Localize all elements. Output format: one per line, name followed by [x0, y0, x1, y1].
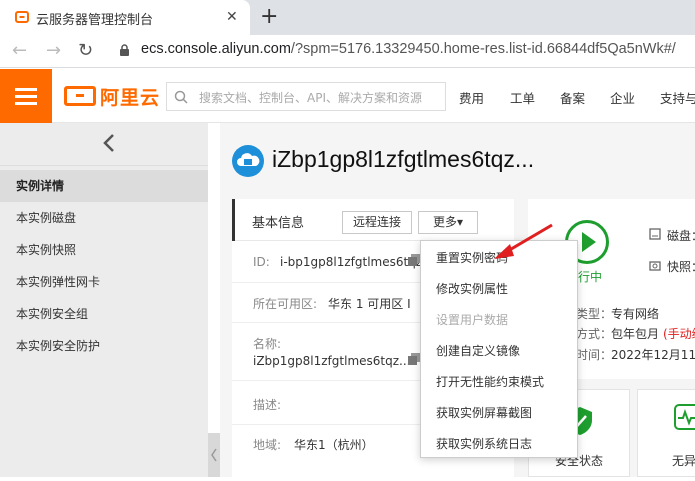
nav-icp[interactable]: 备案 — [560, 88, 585, 107]
description-label: 描述: — [253, 398, 282, 412]
browser-toolbar: ← → ↻ ecs.console.aliyun.com/?spm=5176.1… — [0, 35, 695, 68]
menu-bar-icon — [15, 102, 37, 105]
performance-card[interactable]: 无异 — [637, 389, 695, 477]
copy-icon[interactable] — [408, 254, 420, 266]
menu-item-set-user-data: 设置用户数据 — [436, 313, 509, 327]
panel-header: 基本信息 远程连接 更多▾ — [232, 199, 514, 241]
no-anomaly-label: 无异 — [672, 454, 695, 468]
panel-accent-bar — [232, 199, 235, 241]
chevron-left-icon[interactable] — [102, 133, 116, 153]
console-header: 阿里云 搜索文档、控制台、API、解决方案和资源 费用 工单 备案 企业 支持与 — [0, 69, 695, 123]
tab-close-icon[interactable]: ✕ — [226, 9, 238, 25]
sidebar-item-instance-detail[interactable]: 实例详情 — [0, 170, 208, 202]
zone-label: 所在可用区: — [253, 297, 318, 311]
billing-value: 包年包月 — [611, 327, 660, 341]
reload-icon[interactable]: ↻ — [78, 40, 93, 61]
nav-tickets[interactable]: 工单 — [510, 88, 535, 107]
logo-text: 阿里云 — [100, 86, 161, 109]
url-path: /?spm=5176.13329450.home-res.list-id.668… — [290, 41, 676, 57]
ecs-instance-icon — [232, 145, 264, 177]
url-host: ecs.console.aliyun.com — [141, 41, 291, 57]
sidebar: 实例详情 本实例磁盘 本实例快照 本实例弹性网卡 本实例安全组 本实例安全防护 — [0, 123, 208, 477]
snapshot-label: 快照： — [667, 260, 695, 274]
sidebar-item-security-protection[interactable]: 本实例安全防护 — [0, 330, 208, 362]
disk-icon — [649, 228, 661, 240]
snapshot-icon — [649, 261, 661, 271]
nav-billing[interactable]: 费用 — [459, 88, 484, 107]
instance-title: iZbp1gp8l1zfgtlmes6tqz... — [272, 146, 535, 172]
region-value: 华东1（杭州） — [294, 438, 374, 452]
copy-icon[interactable] — [408, 353, 420, 365]
create-time-value: 2022年12月11日 — [611, 348, 695, 362]
search-placeholder: 搜索文档、控制台、API、解决方案和资源 — [199, 91, 422, 105]
billing-note: (手动续 — [663, 327, 695, 341]
sidebar-item-disks[interactable]: 本实例磁盘 — [0, 202, 208, 234]
sidebar-item-security-group[interactable]: 本实例安全组 — [0, 298, 208, 330]
menu-item-unlimited-mode[interactable]: 打开无性能约束模式 — [421, 367, 577, 398]
nav-enterprise[interactable]: 企业 — [610, 88, 635, 107]
disk-label: 磁盘： — [667, 229, 695, 243]
tab-title: 云服务器管理控制台 — [36, 13, 154, 28]
sidebar-divider — [0, 165, 208, 166]
zone-value: 华东 1 可用区 I — [328, 297, 411, 311]
region-label: 地域: — [253, 438, 282, 452]
aliyun-logo[interactable]: 阿里云 — [64, 84, 161, 109]
sidebar-collapse-handle[interactable] — [208, 433, 220, 477]
create-time-label: 时间： — [576, 348, 613, 362]
sidebar-item-snapshots[interactable]: 本实例快照 — [0, 234, 208, 266]
menu-item-modify-attributes[interactable]: 修改实例属性 — [421, 274, 577, 305]
remote-connect-button[interactable]: 远程连接 — [342, 211, 412, 234]
more-button[interactable]: 更多▾ — [418, 211, 478, 234]
new-tab-icon[interactable]: + — [260, 4, 278, 29]
browser-tab-strip: 云服务器管理控制台 ✕ + — [0, 0, 695, 35]
network-type-value: 专有网络 — [611, 307, 660, 321]
lock-icon[interactable] — [120, 44, 129, 56]
more-actions-dropdown: 重置实例密码 修改实例属性 设置用户数据 创建自定义镜像 打开无性能约束模式 获… — [420, 240, 578, 458]
annotation-arrow-icon — [494, 223, 553, 259]
menu-bar-icon — [15, 95, 37, 98]
sidebar-item-eni[interactable]: 本实例弹性网卡 — [0, 266, 208, 298]
menu-button[interactable] — [0, 69, 52, 123]
search-icon — [174, 90, 188, 104]
menu-item-get-screenshot[interactable]: 获取实例屏幕截图 — [421, 398, 577, 429]
id-value: i-bp1gp8l1zfgtlmes6tqz — [280, 255, 423, 269]
address-bar[interactable]: ecs.console.aliyun.com/?spm=5176.1332945… — [141, 41, 676, 57]
forward-icon[interactable]: → — [46, 40, 61, 61]
monitor-pulse-icon — [674, 404, 695, 430]
chevron-left-icon — [211, 448, 217, 462]
panel-title: 基本信息 — [252, 216, 305, 231]
browser-tab[interactable]: 云服务器管理控制台 ✕ — [0, 0, 250, 35]
id-label: ID: — [253, 255, 270, 269]
menu-item-create-image[interactable]: 创建自定义镜像 — [421, 336, 577, 367]
name-value: iZbp1gp8l1zfgtlmes6tqz... — [253, 354, 411, 368]
name-label: 名称: — [253, 337, 282, 351]
billing-label: 方式： — [576, 327, 613, 341]
nav-support[interactable]: 支持与 — [660, 88, 695, 107]
menu-item-get-system-log[interactable]: 获取实例系统日志 — [421, 429, 577, 460]
network-type-label: 类型： — [576, 307, 613, 321]
aliyun-favicon-icon — [15, 11, 29, 23]
global-search-input[interactable]: 搜索文档、控制台、API、解决方案和资源 — [166, 82, 446, 111]
menu-bar-icon — [15, 88, 37, 91]
aliyun-logo-icon — [64, 86, 96, 106]
back-icon[interactable]: ← — [12, 40, 27, 61]
